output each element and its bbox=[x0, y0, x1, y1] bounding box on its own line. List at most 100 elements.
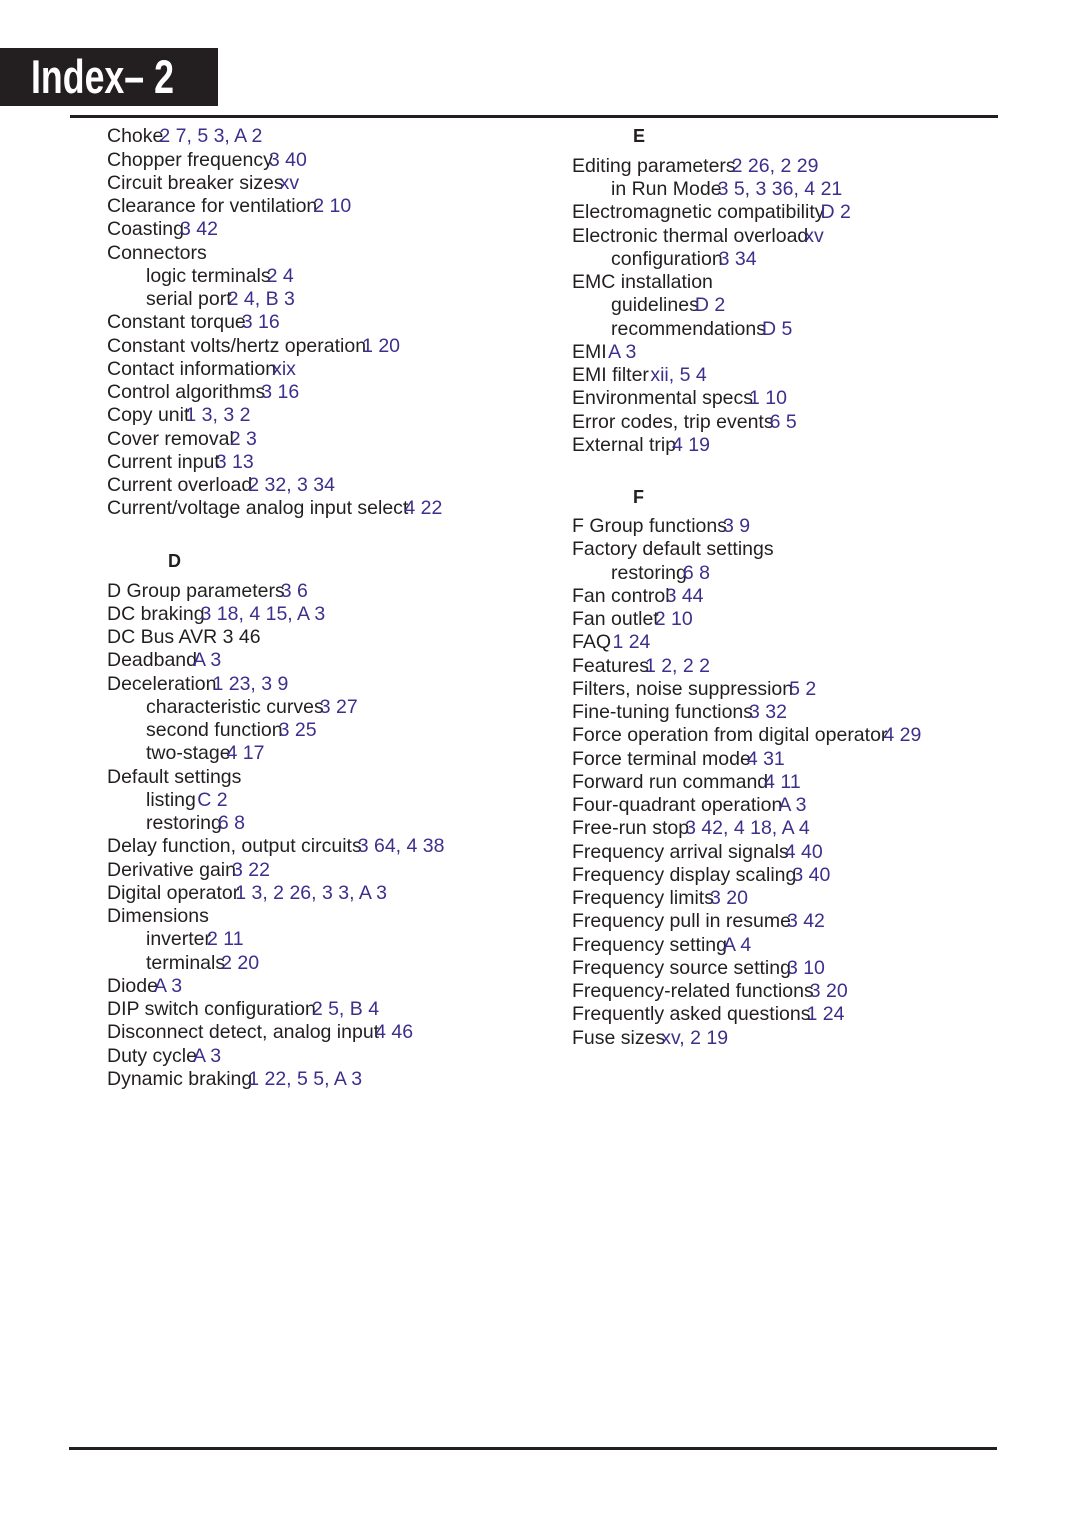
page-reference-link[interactable]: 4 17 bbox=[227, 742, 265, 764]
page-reference-link[interactable]: 2 10 bbox=[655, 608, 693, 630]
page-reference-link[interactable]: 3 20 bbox=[710, 887, 748, 909]
page-reference-link[interactable]: 3 9 bbox=[723, 515, 750, 537]
index-term: Constant volts/hertz operation bbox=[107, 334, 367, 357]
page-reference-link[interactable]: A 3 bbox=[193, 1045, 221, 1067]
page-reference-link[interactable]: 3 25 bbox=[279, 719, 317, 741]
page-reference-link[interactable]: A 3 bbox=[154, 975, 182, 997]
page-reference-link[interactable]: 4 29 bbox=[883, 724, 921, 746]
page-reference-link[interactable]: 3 6 bbox=[281, 580, 308, 602]
index-term: two-stage bbox=[146, 742, 231, 765]
index-term: Delay function, output circuits bbox=[107, 835, 362, 858]
page-reference-link[interactable]: 3 16 bbox=[261, 381, 299, 403]
page-reference-link[interactable]: 1 2, 2 2 bbox=[645, 655, 710, 677]
index-term: Factory default settings bbox=[572, 538, 774, 561]
page-reference-link[interactable]: A 3 bbox=[778, 794, 806, 816]
page-reference-link[interactable]: 3 18, 4 15, A 3 bbox=[201, 603, 326, 625]
index-term: guidelines bbox=[611, 294, 699, 317]
page-reference-link[interactable]: 3 40 bbox=[792, 864, 830, 886]
index-entry: Current overload2 32, 3 34 bbox=[107, 474, 577, 497]
index-subentry: guidelinesD 2 bbox=[572, 294, 1042, 317]
page-reference-link[interactable]: 4 31 bbox=[747, 748, 785, 770]
page-reference-link[interactable]: 3 64, 4 38 bbox=[358, 835, 445, 857]
page-reference-link[interactable]: 2 4 bbox=[267, 265, 294, 287]
page-reference-link[interactable]: D 2 bbox=[821, 201, 851, 223]
page-reference-link[interactable]: xii, 5 4 bbox=[650, 364, 706, 386]
page-reference-link[interactable]: 3 10 bbox=[787, 957, 825, 979]
page-reference-link[interactable]: 2 26, 2 29 bbox=[732, 155, 819, 177]
page-reference-link[interactable]: 3 34 bbox=[719, 248, 757, 270]
page-reference-link[interactable]: 2 3 bbox=[230, 428, 257, 450]
page-reference-link[interactable]: 2 20 bbox=[221, 952, 259, 974]
index-term: DC Bus AVR 3 46 bbox=[107, 626, 261, 649]
page-reference-link[interactable]: C 2 bbox=[197, 789, 227, 811]
page-reference-link[interactable]: 1 20 bbox=[362, 335, 400, 357]
page-reference-link[interactable]: 3 5, 3 36, 4 21 bbox=[718, 178, 843, 200]
page-reference-link[interactable]: 4 46 bbox=[375, 1021, 413, 1043]
page-reference-link[interactable]: A 4 bbox=[723, 934, 751, 956]
index-term: Dimensions bbox=[107, 905, 209, 928]
page-reference-link[interactable]: 4 19 bbox=[672, 434, 710, 456]
page-reference-link[interactable]: 1 22, 5 5, A 3 bbox=[248, 1068, 362, 1090]
page-reference-link[interactable]: 3 20 bbox=[810, 980, 848, 1002]
page-reference-link[interactable]: 6 8 bbox=[218, 812, 245, 834]
page-reference-link[interactable]: 3 42, 4 18, A 4 bbox=[685, 817, 810, 839]
page-reference-link[interactable]: xv, 2 19 bbox=[661, 1027, 728, 1049]
page-reference-link[interactable]: 3 16 bbox=[242, 311, 280, 333]
index-term: listing bbox=[146, 788, 202, 811]
page-reference-link[interactable]: 1 23, 3 9 bbox=[212, 673, 288, 695]
index-entry: Frequency source setting3 10 bbox=[572, 957, 1042, 980]
index-entry: Dimensions bbox=[107, 905, 577, 928]
page-reference-link[interactable]: A 3 bbox=[193, 649, 221, 671]
page-reference-link[interactable]: 3 42 bbox=[787, 910, 825, 932]
page-reference-link[interactable]: 3 13 bbox=[216, 451, 254, 473]
index-term: EMC installation bbox=[572, 271, 713, 294]
page-reference-link[interactable]: 3 22 bbox=[232, 859, 270, 881]
page-reference-link[interactable]: 3 27 bbox=[320, 696, 358, 718]
page-reference-link[interactable]: 4 40 bbox=[785, 841, 823, 863]
page-reference-link[interactable]: xv bbox=[280, 172, 300, 194]
page-reference-link[interactable]: 1 24 bbox=[612, 631, 650, 653]
page-reference-link[interactable]: 3 32 bbox=[749, 701, 787, 723]
page-reference-link[interactable]: 6 5 bbox=[770, 411, 797, 433]
index-term: Fine-tuning functions bbox=[572, 701, 754, 724]
index-term: Frequency-related functions bbox=[572, 980, 814, 1003]
page-reference-link[interactable]: 2 11 bbox=[207, 928, 244, 950]
page-reference-link[interactable]: 3 42 bbox=[180, 218, 218, 240]
page-reference-link[interactable]: xix bbox=[272, 358, 296, 380]
page-reference-link[interactable]: 1 3, 3 2 bbox=[185, 404, 250, 426]
page-reference-link[interactable]: 2 10 bbox=[313, 195, 351, 217]
index-term: External trip bbox=[572, 433, 677, 456]
index-term: restoring bbox=[611, 561, 687, 584]
page-reference-link[interactable]: xv bbox=[804, 225, 824, 247]
index-entry: Frequency-related functions3 20 bbox=[572, 980, 1042, 1003]
page-reference-link[interactable]: D 2 bbox=[695, 294, 725, 316]
index-term: inverter bbox=[146, 928, 212, 951]
index-entry: Clearance for ventilation2 10 bbox=[107, 195, 577, 218]
page-reference-link[interactable]: 1 24 bbox=[806, 1003, 844, 1025]
index-section: F F Group functions3 9 Factory default set… bbox=[572, 486, 1042, 1050]
index-entry: Fan control3 44 bbox=[572, 585, 1042, 608]
index-term: Current overload bbox=[107, 474, 253, 497]
page-reference-link[interactable]: 2 32, 3 34 bbox=[248, 474, 335, 496]
page-reference-link[interactable]: 1 3, 2 26, 3 3, A 3 bbox=[235, 882, 387, 904]
page-reference-link[interactable]: D 5 bbox=[762, 318, 792, 340]
index-entry: Four-quadrant operationA 3 bbox=[572, 794, 1042, 817]
index-entry: Force operation from digital operator4 2… bbox=[572, 724, 1042, 747]
index-entry: DC braking3 18, 4 15, A 3 bbox=[107, 603, 577, 626]
page-reference-link[interactable]: A 3 bbox=[608, 341, 636, 363]
page-reference-link[interactable]: 5 2 bbox=[789, 678, 816, 700]
page-reference-link[interactable]: 3 44 bbox=[666, 585, 704, 607]
index-subentry: in Run Mode3 5, 3 36, 4 21 bbox=[572, 178, 1042, 201]
page-reference-link[interactable]: 2 4, B 3 bbox=[228, 288, 295, 310]
page-reference-link[interactable]: 2 7, 5 3, A 2 bbox=[159, 125, 262, 147]
page-reference-link[interactable]: 4 11 bbox=[764, 771, 801, 793]
index-entry: Environmental specs1 10 bbox=[572, 387, 1042, 410]
page-reference-link[interactable]: 6 8 bbox=[683, 562, 710, 584]
page-reference-link[interactable]: 2 5, B 4 bbox=[312, 998, 379, 1020]
page-reference-link[interactable]: 1 10 bbox=[749, 387, 787, 409]
page-reference-link[interactable]: 3 40 bbox=[269, 149, 307, 171]
index-entry: Frequency limits3 20 bbox=[572, 887, 1042, 910]
index-entry: FAQ 1 24 bbox=[572, 631, 1042, 654]
page-reference-link[interactable]: 4 22 bbox=[404, 497, 442, 519]
index-column-left: Choke2 7, 5 3, A 2 Chopper frequency3 40 C… bbox=[107, 125, 577, 1091]
